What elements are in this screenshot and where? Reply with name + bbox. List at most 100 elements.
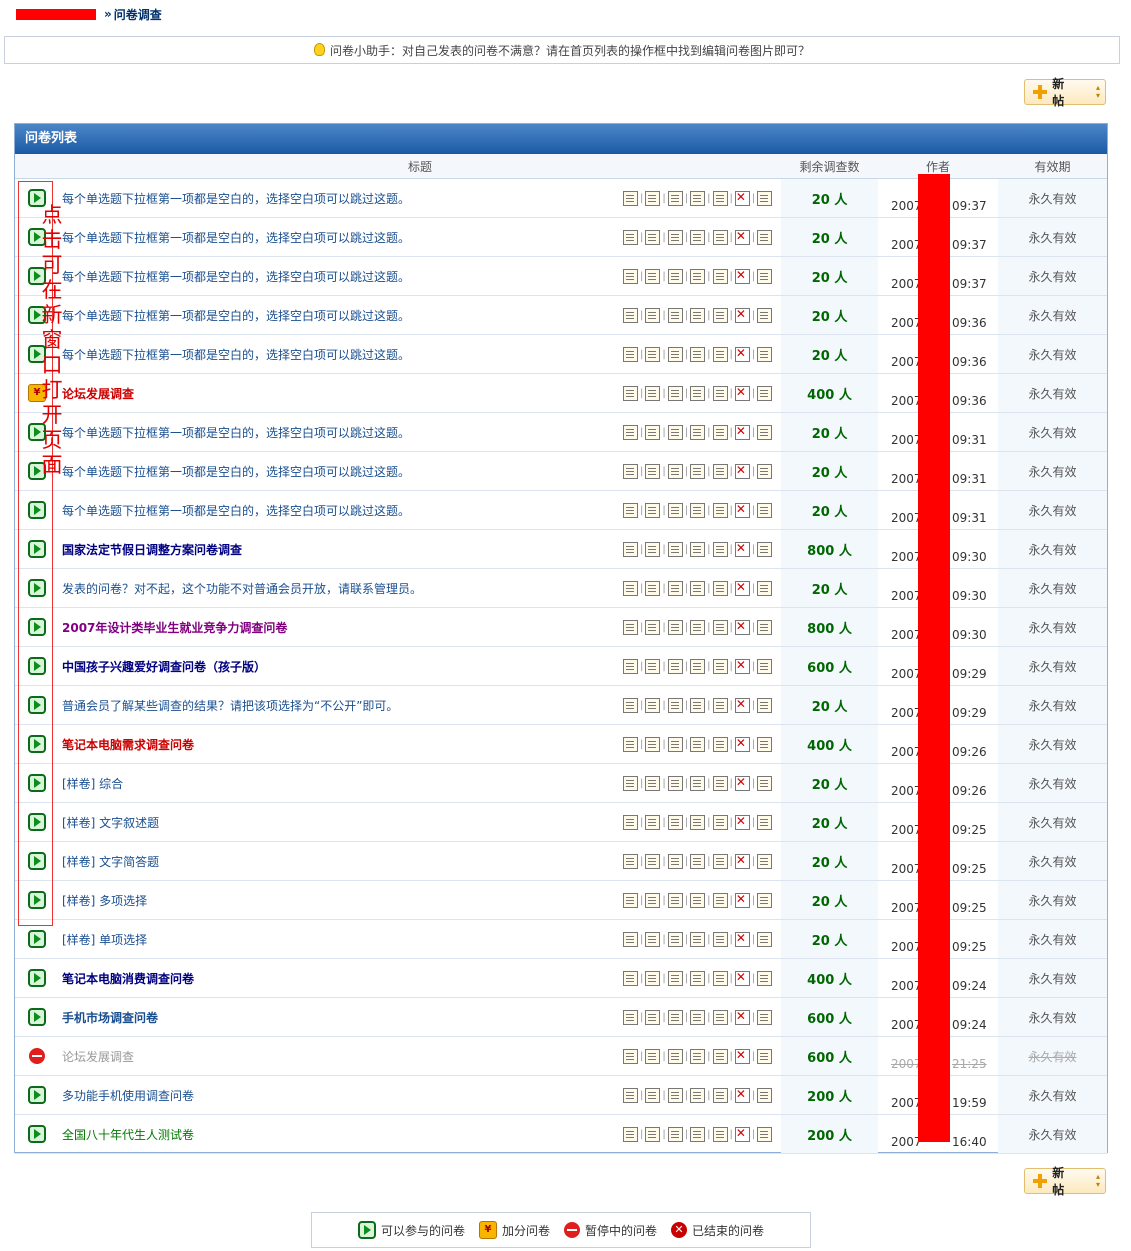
result-icon[interactable] (645, 502, 661, 518)
survey-title-link[interactable]: 手机市场调查问卷 (62, 1011, 158, 1025)
delete-icon[interactable] (734, 853, 750, 869)
stat-icon[interactable] (690, 1048, 706, 1064)
view-icon[interactable] (623, 424, 638, 440)
survey-title-link[interactable]: [样卷] 综合 (62, 777, 123, 791)
survey-title-link[interactable]: [样卷] 多项选择 (62, 894, 147, 908)
result-icon[interactable] (645, 853, 661, 869)
survey-title-link[interactable]: 每个单选题下拉框第一项都是空白的，选择空白项可以跳过这题。 (62, 192, 410, 206)
edit-icon[interactable] (667, 736, 683, 752)
result-icon[interactable] (645, 619, 661, 635)
copy-icon[interactable] (712, 658, 728, 674)
result-icon[interactable] (645, 463, 661, 479)
edit-icon[interactable] (667, 463, 683, 479)
view-icon[interactable] (623, 502, 638, 518)
stat-icon[interactable] (690, 424, 706, 440)
view-icon[interactable] (623, 697, 638, 713)
edit-icon[interactable] (667, 580, 683, 596)
delete-icon[interactable] (734, 1087, 750, 1103)
copy-icon[interactable] (712, 853, 728, 869)
survey-title-link[interactable]: 中国孩子兴趣爱好调查问卷（孩子版） (62, 660, 266, 674)
delete-icon[interactable] (734, 541, 750, 557)
export-icon[interactable] (757, 1009, 773, 1025)
delete-icon[interactable] (734, 307, 750, 323)
result-icon[interactable] (645, 1087, 661, 1103)
export-icon[interactable] (757, 1126, 773, 1142)
delete-icon[interactable] (734, 268, 750, 284)
result-icon[interactable] (645, 931, 661, 947)
result-icon[interactable] (645, 1009, 661, 1025)
delete-icon[interactable] (734, 892, 750, 908)
edit-icon[interactable] (667, 229, 683, 245)
edit-icon[interactable] (667, 346, 683, 362)
edit-icon[interactable] (667, 1126, 683, 1142)
play-icon[interactable] (28, 930, 46, 948)
edit-icon[interactable] (667, 892, 683, 908)
edit-icon[interactable] (667, 658, 683, 674)
edit-icon[interactable] (667, 424, 683, 440)
edit-icon[interactable] (667, 775, 683, 791)
survey-title-link[interactable]: 每个单选题下拉框第一项都是空白的，选择空白项可以跳过这题。 (62, 504, 410, 518)
copy-icon[interactable] (712, 190, 728, 206)
export-icon[interactable] (757, 502, 773, 518)
view-icon[interactable] (623, 775, 638, 791)
edit-icon[interactable] (667, 697, 683, 713)
edit-icon[interactable] (667, 307, 683, 323)
stat-icon[interactable] (690, 970, 706, 986)
survey-title-link[interactable]: 国家法定节假日调整方案问卷调查 (62, 543, 242, 557)
export-icon[interactable] (757, 307, 773, 323)
export-icon[interactable] (757, 385, 773, 401)
survey-title-link[interactable]: 笔记本电脑需求调查问卷 (62, 738, 194, 752)
play-icon[interactable] (28, 1125, 46, 1143)
view-icon[interactable] (623, 1126, 638, 1142)
stat-icon[interactable] (690, 931, 706, 947)
export-icon[interactable] (757, 424, 773, 440)
result-icon[interactable] (645, 970, 661, 986)
copy-icon[interactable] (712, 1126, 728, 1142)
delete-icon[interactable] (734, 619, 750, 635)
result-icon[interactable] (645, 1048, 661, 1064)
stat-icon[interactable] (690, 463, 706, 479)
survey-title-link[interactable]: 每个单选题下拉框第一项都是空白的，选择空白项可以跳过这题。 (62, 231, 410, 245)
delete-icon[interactable] (734, 1048, 750, 1064)
delete-icon[interactable] (734, 1126, 750, 1142)
copy-icon[interactable] (712, 229, 728, 245)
delete-icon[interactable] (734, 190, 750, 206)
result-icon[interactable] (645, 190, 661, 206)
result-icon[interactable] (645, 541, 661, 557)
copy-icon[interactable] (712, 970, 728, 986)
delete-icon[interactable] (734, 736, 750, 752)
survey-title-link[interactable]: 2007年设计类毕业生就业竞争力调查问卷 (62, 621, 287, 635)
view-icon[interactable] (623, 658, 638, 674)
stat-icon[interactable] (690, 892, 706, 908)
copy-icon[interactable] (712, 892, 728, 908)
view-icon[interactable] (623, 541, 638, 557)
view-icon[interactable] (623, 463, 638, 479)
survey-title-link[interactable]: 每个单选题下拉框第一项都是空白的，选择空白项可以跳过这题。 (62, 270, 410, 284)
stat-icon[interactable] (690, 814, 706, 830)
edit-icon[interactable] (667, 1087, 683, 1103)
paused-icon[interactable] (29, 1048, 45, 1064)
copy-icon[interactable] (712, 619, 728, 635)
view-icon[interactable] (623, 736, 638, 752)
export-icon[interactable] (757, 346, 773, 362)
export-icon[interactable] (757, 970, 773, 986)
export-icon[interactable] (757, 931, 773, 947)
copy-icon[interactable] (712, 697, 728, 713)
copy-icon[interactable] (712, 580, 728, 596)
delete-icon[interactable] (734, 697, 750, 713)
edit-icon[interactable] (667, 970, 683, 986)
result-icon[interactable] (645, 1126, 661, 1142)
result-icon[interactable] (645, 268, 661, 284)
copy-icon[interactable] (712, 814, 728, 830)
view-icon[interactable] (623, 814, 638, 830)
survey-title-link[interactable]: 论坛发展调查 (62, 1050, 134, 1064)
view-icon[interactable] (623, 190, 638, 206)
survey-title-link[interactable]: [样卷] 文字叙述题 (62, 816, 159, 830)
result-icon[interactable] (645, 775, 661, 791)
stat-icon[interactable] (690, 541, 706, 557)
export-icon[interactable] (757, 190, 773, 206)
copy-icon[interactable] (712, 736, 728, 752)
export-icon[interactable] (757, 775, 773, 791)
result-icon[interactable] (645, 307, 661, 323)
stat-icon[interactable] (690, 619, 706, 635)
